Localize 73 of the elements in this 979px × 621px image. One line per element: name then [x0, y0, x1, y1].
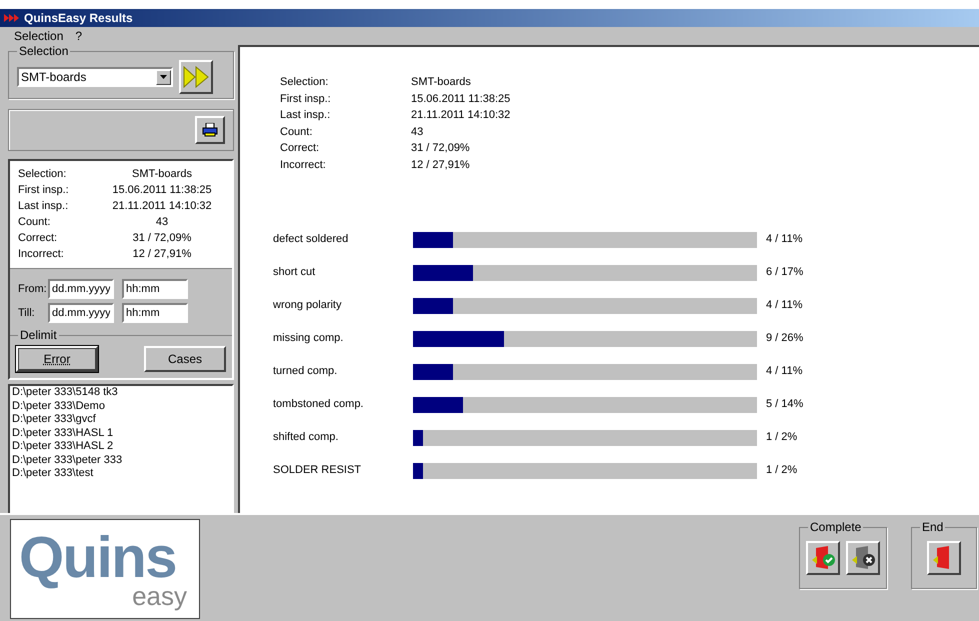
time-field[interactable]: hh:mm — [122, 279, 188, 299]
group-legend: Delimit — [18, 328, 59, 342]
delimit-button[interactable]: Error — [16, 346, 98, 372]
print-button[interactable] — [195, 116, 225, 144]
logo: Quins easy — [10, 519, 200, 619]
error-reading: 9 / 26% — [766, 331, 804, 346]
time-field[interactable]: hh:mm — [122, 303, 188, 323]
group-legend: End — [920, 520, 946, 534]
summary-label: Count: — [280, 124, 314, 140]
error-label: missing comp. — [273, 331, 344, 346]
printer-icon — [202, 123, 218, 137]
summary-value: SMT-boards — [411, 75, 471, 90]
error-label: defect soldered — [273, 232, 350, 248]
selection-dropdown[interactable]: SMT-boards — [17, 67, 173, 87]
summary-value: 31 / 72,09% — [132, 231, 192, 246]
app-icon — [4, 14, 20, 22]
folder-item[interactable]: D:\peter 333\5148 tk3 — [12, 386, 230, 400]
menu-item[interactable]: Selection — [14, 27, 64, 45]
summary-value: 12 / 27,91% — [132, 247, 192, 262]
range-label: Till: — [18, 306, 36, 321]
summary-value: 15.06.2011 11:38:25 — [111, 183, 213, 198]
folder-item[interactable]: D:\peter 333\HASL 2 — [12, 440, 230, 454]
summary-value: 21.11.2011 14:10:32 — [411, 108, 510, 123]
dropdown-caret-icon[interactable] — [156, 70, 171, 84]
error-label: SOLDER RESIST — [273, 463, 362, 478]
menu-item[interactable]: ? — [75, 27, 82, 45]
summary-label: Count: — [18, 215, 52, 230]
folder-item[interactable]: D:\peter 333\HASL 1 — [12, 426, 230, 440]
summary-value: 31 / 72,09% — [411, 141, 470, 156]
door-cross-icon — [850, 545, 876, 571]
summary-label: Correct: — [280, 141, 320, 156]
complete-cancel-button[interactable] — [846, 541, 880, 575]
group-legend: Selection — [17, 44, 70, 58]
folder-item[interactable]: D:\peter 333\Demo — [12, 400, 230, 413]
error-label: short cut — [273, 265, 316, 280]
error-reading: 5 / 14% — [766, 397, 804, 412]
folder-item[interactable]: D:\peter 333\test — [12, 467, 230, 480]
error-reading: 1 / 2% — [766, 430, 798, 446]
summary-label: Correct: — [18, 231, 58, 246]
summary-label: First insp.: — [18, 183, 70, 198]
folder-item[interactable]: D:\peter 333\gvcf — [12, 413, 230, 426]
summary-value: 12 / 27,91% — [411, 158, 470, 172]
door-check-icon — [810, 545, 836, 571]
error-label: wrong polarity — [273, 298, 342, 314]
summary-value: 43 — [411, 124, 424, 140]
error-label: shifted comp. — [273, 430, 340, 446]
summary-value: 15.06.2011 11:38:25 — [411, 92, 510, 106]
window-title: QuinsEasy Results — [24, 10, 133, 27]
double-arrow-icon — [183, 66, 209, 88]
error-label: turned comp. — [273, 364, 338, 380]
summary-label: Incorrect: — [18, 247, 65, 262]
error-reading: 4 / 11% — [766, 364, 802, 380]
summary-value: SMT-boards — [131, 167, 193, 182]
summary-value: 21.11.2011 14:10:32 — [111, 199, 213, 214]
error-reading: 4 / 11% — [766, 232, 802, 248]
group-legend: Complete — [808, 520, 864, 534]
summary-label: Last insp.: — [280, 108, 332, 123]
delimit-button[interactable]: Cases — [144, 346, 226, 372]
summary-label: First insp.: — [280, 92, 332, 106]
summary-label: Selection: — [280, 75, 330, 90]
exit-button[interactable] — [927, 541, 961, 575]
error-label: tombstoned comp. — [273, 397, 364, 412]
error-reading: 6 / 17% — [766, 265, 804, 280]
complete-ok-button[interactable] — [806, 541, 840, 575]
range-label: From: — [18, 282, 44, 297]
forward-button[interactable] — [179, 60, 213, 94]
summary-label: Incorrect: — [280, 158, 327, 172]
error-reading: 4 / 11% — [766, 298, 802, 314]
summary-label: Last insp.: — [18, 199, 70, 214]
error-reading: 1 / 2% — [766, 463, 798, 478]
folder-item[interactable]: D:\peter 333\peter 333 — [12, 454, 230, 467]
summary-label: Selection: — [18, 167, 68, 182]
summary-value: 43 — [154, 215, 170, 230]
